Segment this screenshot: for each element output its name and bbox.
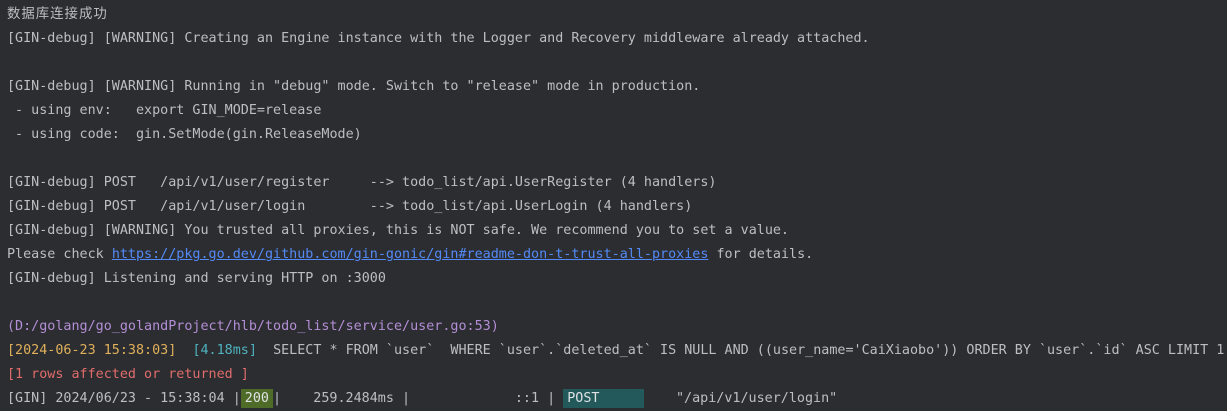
log-line: [GIN-debug] [WARNING] Creating an Engine… [7, 31, 870, 46]
request-log-line: [GIN] 2024/06/23 - 15:38:04 | 200 | 259.24… [7, 387, 1227, 411]
console-output: 数据库连接成功 [GIN-debug] [WARNING] Creating a… [7, 3, 1227, 411]
gorm-sql-query: SELECT * FROM `user` WHERE `user`.`delet… [273, 343, 1225, 358]
gorm-rows-affected: [1 rows affected or returned ] [7, 367, 249, 382]
gorm-sql-line: [2024-06-23 15:38:03] [4.18ms] SELECT * … [7, 339, 1227, 363]
request-latency: | 259.2484ms | ::1 | [272, 391, 556, 406]
log-line: [GIN-debug] POST /api/v1/user/login --> … [7, 199, 693, 214]
gorm-duration: [4.18ms] [192, 343, 257, 358]
proxy-check-prefix: Please check [7, 247, 112, 262]
log-line: - using env: export GIN_MODE=release [7, 103, 322, 118]
proxy-docs-link[interactable]: https://pkg.go.dev/github.com/gin-gonic/… [112, 247, 709, 262]
gorm-source-path[interactable]: (D:/golang/go_golandProject/hlb/todo_lis… [7, 315, 1227, 339]
proxy-check-suffix: for details. [708, 247, 814, 262]
status-badge: 200 [240, 389, 273, 408]
request-path: "/api/v1/user/login" [643, 391, 838, 406]
proxy-check-line: Please check https://pkg.go.dev/github.c… [7, 243, 1227, 267]
log-line: - using code: gin.SetMode(gin.ReleaseMod… [7, 127, 362, 142]
request-log-prefix: [GIN] 2024/06/23 - 15:38:04 | [7, 391, 241, 406]
log-line: [GIN-debug] [WARNING] You trusted all pr… [7, 223, 789, 238]
log-line: [GIN-debug] POST /api/v1/user/register -… [7, 175, 717, 190]
db-connected-message: 数据库连接成功 [7, 7, 108, 22]
listening-line: [GIN-debug] Listening and serving HTTP o… [7, 271, 386, 286]
log-line: [GIN-debug] [WARNING] Running in "debug"… [7, 79, 701, 94]
method-badge: POST [563, 389, 604, 408]
gorm-timestamp: [2024-06-23 15:38:03] [7, 343, 177, 358]
